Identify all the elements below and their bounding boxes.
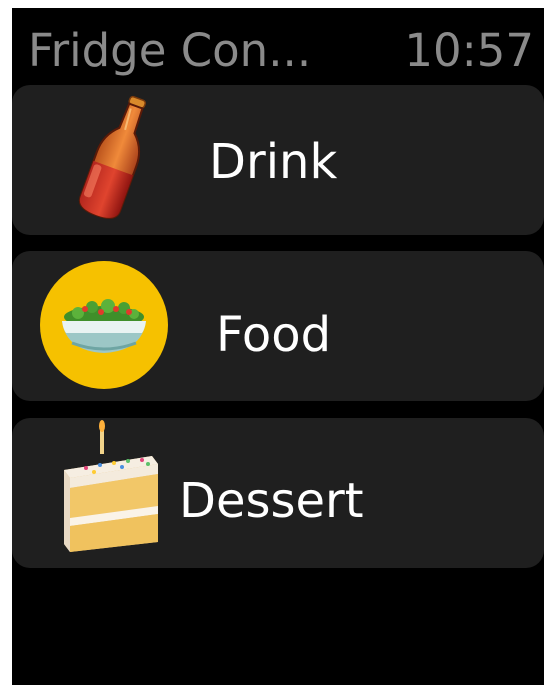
menu-item-drink[interactable]: Drink [12, 85, 544, 235]
menu-item-label: Drink [209, 134, 338, 190]
menu-item-label: Food [216, 307, 332, 363]
menu-item-label: Dessert [179, 473, 364, 529]
cake-slice-icon [56, 420, 166, 556]
bottle-icon [62, 87, 162, 227]
salad-bowl-icon [38, 259, 170, 391]
menu-item-food[interactable]: Food [12, 251, 544, 401]
watch-screen: Fridge Con... 10:57 Drink Food Dessert [12, 8, 544, 685]
menu-item-dessert[interactable]: Dessert [12, 418, 544, 568]
clock: 10:57 [404, 24, 534, 77]
app-title: Fridge Con... [28, 24, 312, 77]
status-bar: Fridge Con... 10:57 [12, 16, 544, 86]
